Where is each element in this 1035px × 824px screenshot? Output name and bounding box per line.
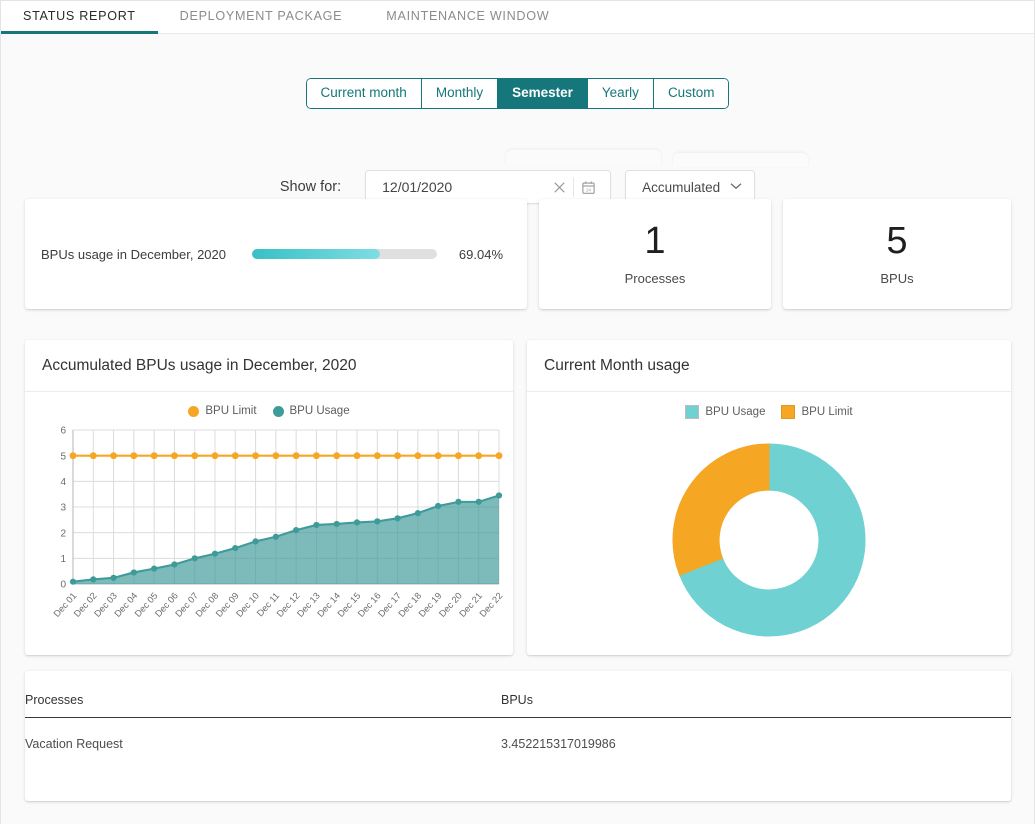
dropdown-panel-ghost-left: [506, 150, 661, 166]
legend-swatch-donut-bpu-limit: [781, 405, 796, 419]
accumulated-usage-chart-card: Accumulated BPUs usage in December, 2020…: [25, 340, 513, 655]
processes-count-caption: Processes: [624, 271, 686, 286]
period-semester-label: Semester: [512, 85, 573, 100]
chevron-down-icon: [730, 181, 742, 193]
table-header-processes: Processes: [25, 671, 501, 718]
period-monthly-label: Monthly: [435, 85, 484, 100]
tab-deployment-package-label: DEPLOYMENT PACKAGE: [179, 9, 343, 23]
period-selector: Current month Monthly Semester Yearly Cu…: [305, 78, 730, 110]
table-header-bpus: BPUs: [501, 671, 1011, 718]
period-yearly-label: Yearly: [601, 85, 639, 100]
svg-text:2: 2: [60, 528, 66, 539]
period-current-month[interactable]: Current month: [306, 79, 422, 109]
tab-status-report-label: STATUS REPORT: [23, 9, 136, 23]
calendar-icon[interactable]: 24: [576, 175, 600, 199]
svg-text:Dec 22: Dec 22: [478, 591, 505, 619]
usage-percent-text: 69.04%: [458, 246, 503, 262]
main-tab-bar: STATUS REPORT DEPLOYMENT PACKAGE MAINTEN…: [1, 1, 1034, 34]
accumulated-usage-chart-body: BPU Limit BPU Usage 0 1 2 3 4 5 6 Dec 01 Dec 02 D…: [25, 392, 513, 654]
field-divider: [573, 177, 575, 197]
legend-swatch-bpu-limit: [188, 405, 200, 417]
usage-progress-fill: [252, 249, 380, 259]
period-semester[interactable]: Semester: [498, 79, 588, 109]
bpus-count-card: 5 BPUs: [783, 199, 1011, 309]
current-month-usage-body: BPU Usage BPU Limit: [527, 392, 1011, 654]
table-row[interactable]: Vacation Request 3.452215317019986: [25, 718, 1011, 751]
period-selector-row: Current month Monthly Semester Yearly Cu…: [1, 78, 1034, 110]
svg-text:3: 3: [60, 503, 66, 514]
bpus-usage-card: BPUs usage in December, 2020 69.04%: [25, 199, 527, 309]
processes-table: Processes BPUs Vacation Request 3.452215…: [25, 671, 1011, 751]
period-monthly[interactable]: Monthly: [421, 79, 499, 109]
bpus-count-caption: BPUs: [880, 271, 914, 286]
current-month-usage-card: Current Month usage BPU Usage BPU Limit: [527, 340, 1011, 655]
table-cell-bpus-value: 3.452215317019986: [501, 737, 616, 751]
tab-status-report[interactable]: STATUS REPORT: [1, 1, 158, 34]
svg-text:24: 24: [586, 187, 591, 192]
processes-table-card: Processes BPUs Vacation Request 3.452215…: [25, 671, 1011, 801]
svg-text:5: 5: [60, 451, 66, 462]
legend-label-donut-bpu-limit: BPU Limit: [801, 406, 853, 418]
period-yearly[interactable]: Yearly: [587, 79, 654, 109]
accumulation-mode-value: Accumulated: [642, 179, 721, 195]
tab-deployment-package[interactable]: DEPLOYMENT PACKAGE: [158, 1, 365, 34]
svg-text:4: 4: [60, 477, 66, 488]
period-current-month-label: Current month: [320, 85, 407, 100]
page-content: Current month Monthly Semester Yearly Cu…: [1, 35, 1034, 824]
legend-swatch-bpu-usage: [272, 405, 284, 417]
tab-maintenance-window-label: MAINTENANCE WINDOW: [386, 9, 550, 23]
table-header-row: Processes BPUs: [25, 671, 1011, 718]
accumulated-usage-line-chart: 0123456Dec 01Dec 02Dec 03Dec 04Dec 05Dec…: [52, 426, 505, 619]
svg-text:1: 1: [60, 554, 66, 565]
period-custom-label: Custom: [667, 85, 715, 100]
legend-item-donut-bpu-limit: BPU Limit: [781, 405, 853, 419]
processes-count-value: 1: [644, 220, 666, 262]
period-custom[interactable]: Custom: [653, 79, 729, 109]
bpus-usage-label: BPUs usage in December, 2020: [41, 246, 226, 262]
donut-chart-wrapper: [527, 426, 1011, 654]
tab-maintenance-window[interactable]: MAINTENANCE WINDOW: [364, 1, 571, 34]
legend-item-donut-bpu-usage: BPU Usage: [685, 405, 765, 419]
bpus-count-value: 5: [886, 220, 908, 262]
show-for-label: Show for:: [279, 179, 342, 195]
close-x-icon[interactable]: [547, 175, 571, 199]
line-chart-legend: BPU Limit BPU Usage: [25, 392, 513, 417]
legend-label-donut-bpu-usage: BPU Usage: [705, 406, 766, 418]
svg-text:6: 6: [60, 426, 66, 437]
current-month-usage-donut-chart: [672, 443, 866, 637]
table-cell-process-name: Vacation Request: [25, 737, 123, 751]
current-month-usage-title: Current Month usage: [527, 340, 1011, 392]
status-report-page: STATUS REPORT DEPLOYMENT PACKAGE MAINTEN…: [0, 0, 1035, 824]
donut-chart-legend: BPU Usage BPU Limit: [527, 392, 1011, 419]
processes-count-card: 1 Processes: [539, 199, 771, 309]
legend-swatch-donut-bpu-usage: [685, 405, 700, 419]
accumulated-usage-chart-title: Accumulated BPUs usage in December, 2020: [25, 340, 513, 392]
date-input[interactable]: 12/01/2020: [382, 179, 547, 195]
usage-progress-bar: [252, 249, 437, 259]
dropdown-panel-ghost-right: [673, 153, 808, 167]
svg-text:0: 0: [60, 580, 66, 591]
donut-slice[interactable]: [672, 443, 770, 576]
